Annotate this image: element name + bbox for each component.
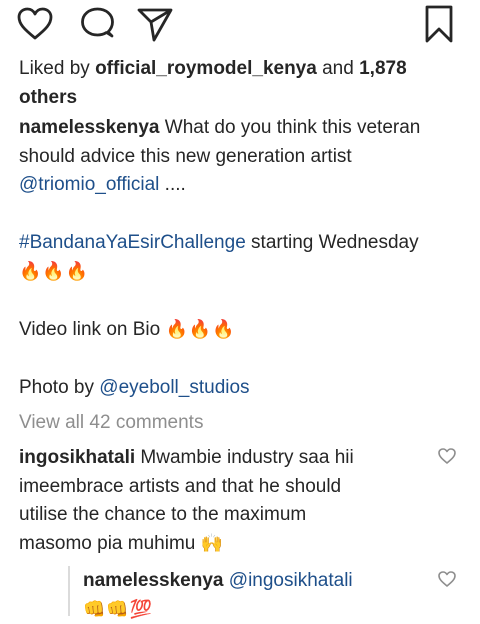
reply-mention-link[interactable]: @ingosikhatali <box>229 570 353 591</box>
fire-emoji-group: 🔥🔥🔥 <box>19 260 90 282</box>
photo-credit-mention-link[interactable]: @eyeboll_studios <box>99 377 249 398</box>
likes-prefix: Liked by <box>19 58 90 79</box>
paper-plane-icon <box>137 8 173 42</box>
reply-thread-line <box>68 566 70 616</box>
heart-outline-icon <box>438 448 456 464</box>
likes-others[interactable]: others <box>19 87 77 108</box>
comment-text-line: masomo pia muhimu <box>19 532 196 554</box>
comment-item: ingosikhatali Mwambie industry saa hii i… <box>19 444 429 558</box>
fire-emoji-group: 🔥🔥🔥 <box>165 319 236 340</box>
caption-video-text: Video link on Bio <box>19 319 161 340</box>
heart-outline-icon <box>438 571 456 587</box>
comment-text-line: Mwambie industry saa hii <box>140 447 354 468</box>
like-button[interactable] <box>14 4 56 44</box>
caption-hashtag-line: #BandanaYaEsirChallenge starting Wednesd… <box>19 229 469 286</box>
share-button[interactable] <box>134 4 176 44</box>
comment-bubble-icon <box>81 7 114 38</box>
reply-like-button[interactable] <box>436 569 458 589</box>
caption-line1: What do you think this veteran <box>164 117 421 138</box>
reply-username[interactable]: namelesskenya <box>83 570 224 591</box>
caption: namelesskenya What do you think this vet… <box>19 114 469 200</box>
likes-summary: Liked by official_roymodel_kenya and 1,8… <box>19 55 459 112</box>
caption-username[interactable]: namelesskenya <box>19 117 160 138</box>
comment-text-line: imeembrace artists and that he should <box>19 475 342 497</box>
comment-emoji: 🙌 <box>200 532 225 554</box>
caption-line2: should advice this new generation artist <box>19 145 352 167</box>
photo-credit-prefix: Photo by <box>19 377 94 398</box>
comment-text-line: utilise the chance to the maximum <box>19 504 307 525</box>
comment-like-button[interactable] <box>436 446 458 466</box>
reply-emoji: 👊👊💯 <box>83 598 154 620</box>
save-button[interactable] <box>418 4 460 44</box>
caption-hashtag-link[interactable]: #BandanaYaEsirChallenge <box>19 232 246 253</box>
likes-and: and <box>322 58 354 79</box>
caption-video-line: Video link on Bio 🔥🔥🔥 <box>19 316 469 345</box>
comment-button[interactable] <box>76 4 118 44</box>
caption-photo-credit: Photo by @eyeboll_studios <box>19 374 469 403</box>
reply-item: namelesskenya @ingosikhatali 👊👊💯 <box>83 567 423 624</box>
comment-username[interactable]: ingosikhatali <box>19 447 135 468</box>
bookmark-icon <box>425 5 453 43</box>
liked-by-user-link[interactable]: official_roymodel_kenya <box>95 58 317 79</box>
caption-ellipsis: .... <box>164 174 186 195</box>
likes-count[interactable]: 1,878 <box>359 58 407 79</box>
caption-hashtag-suffix: starting Wednesday <box>251 232 419 253</box>
view-all-comments-link[interactable]: View all 42 comments <box>19 409 203 438</box>
heart-outline-icon <box>17 7 53 40</box>
caption-mention-link[interactable]: @triomio_official <box>19 174 159 195</box>
